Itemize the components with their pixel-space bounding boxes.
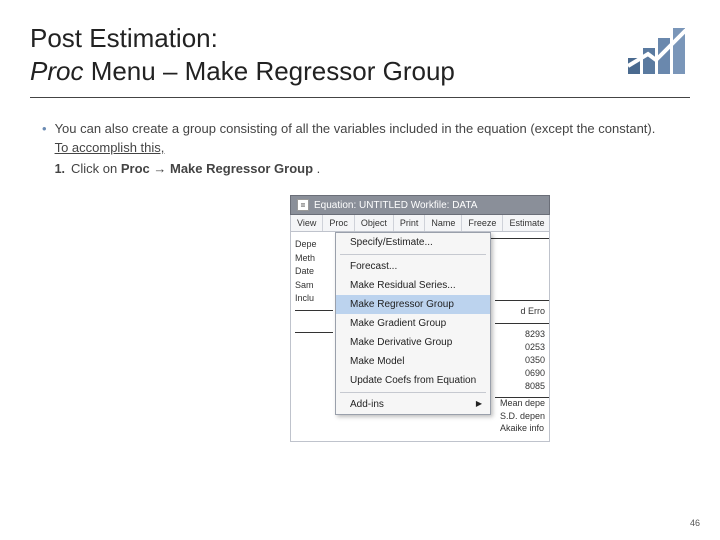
step-text: Click on Proc → Make Regressor Group . xyxy=(71,160,320,179)
toolbar-object[interactable]: Object xyxy=(355,215,394,231)
menu-make-model[interactable]: Make Model xyxy=(336,352,490,371)
menu-make-regressor-group[interactable]: Make Regressor Group xyxy=(336,295,490,314)
page-number: 46 xyxy=(690,518,700,528)
menu-update-coefs[interactable]: Update Coefs from Equation xyxy=(336,371,490,390)
slide-title: Post Estimation: Proc Menu – Make Regres… xyxy=(30,22,690,98)
menu-forecast[interactable]: Forecast... xyxy=(336,257,490,276)
accomplish-text: To accomplish this, xyxy=(55,140,165,155)
menu-specify-estimate[interactable]: Specify/Estimate... xyxy=(336,233,490,252)
menu-make-derivative-group[interactable]: Make Derivative Group xyxy=(336,333,490,352)
title-line-2: Proc Menu – Make Regressor Group xyxy=(30,55,690,88)
window-content: Depe Meth Date Sam Inclu Specify/Estimat… xyxy=(290,232,550,442)
bullet-icon: • xyxy=(42,120,47,179)
toolbar-proc[interactable]: Proc xyxy=(323,215,355,231)
equation-icon: = xyxy=(297,199,309,211)
output-left-labels: Depe Meth Date Sam Inclu xyxy=(291,232,335,441)
menu-make-gradient-group[interactable]: Make Gradient Group xyxy=(336,314,490,333)
toolbar-view[interactable]: View xyxy=(291,215,323,231)
window-titlebar: = Equation: UNTITLED Workfile: DATA xyxy=(290,195,550,215)
eviews-window: = Equation: UNTITLED Workfile: DATA View… xyxy=(290,195,550,442)
toolbar-name[interactable]: Name xyxy=(425,215,462,231)
window-toolbar: View Proc Object Print Name Freeze Estim… xyxy=(290,215,550,232)
menu-make-residual[interactable]: Make Residual Series... xyxy=(336,276,490,295)
step-number: 1. xyxy=(55,160,65,179)
submenu-arrow-icon: ▶ xyxy=(476,399,482,408)
toolbar-estimate[interactable]: Estimate xyxy=(503,215,550,231)
window-title-text: Equation: UNTITLED Workfile: DATA xyxy=(314,200,477,211)
body-text: • You can also create a group consisting… xyxy=(30,120,690,179)
title-divider xyxy=(30,97,690,98)
output-right-column: d Erro 8293 0253 0350 0690 8085 Mean dep… xyxy=(495,232,549,441)
proc-menu: Specify/Estimate... Forecast... Make Res… xyxy=(335,232,491,415)
bullet-text: You can also create a group consisting o… xyxy=(55,121,656,136)
toolbar-freeze[interactable]: Freeze xyxy=(462,215,503,231)
title-line-1: Post Estimation: xyxy=(30,22,690,55)
menu-addins[interactable]: Add-ins ▶ xyxy=(336,395,490,414)
toolbar-print[interactable]: Print xyxy=(394,215,426,231)
